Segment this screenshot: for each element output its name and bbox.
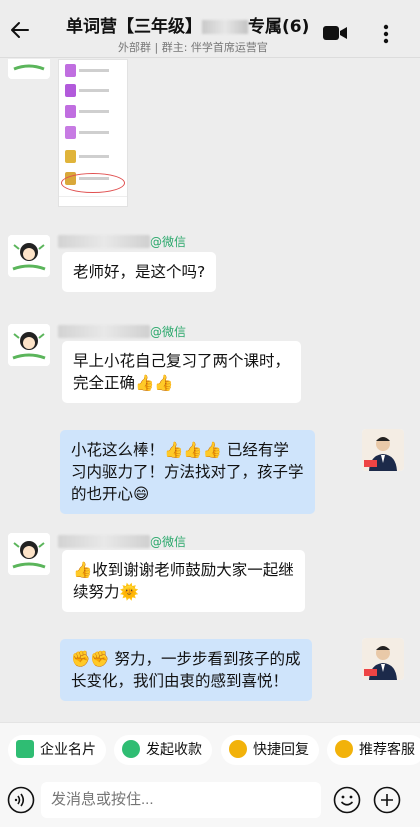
thumb-tabbar [59,196,127,206]
avatar-cartoon-icon [8,59,50,79]
message-bubble[interactable]: 老师好，是这个吗? [62,252,217,292]
chat-area[interactable]: @微信 老师好，是这个吗? @微信 早上小花自己复习了两个课时， 完全正确👍👍 … [0,59,420,721]
thumb-row [63,124,125,142]
yen-icon [122,740,140,758]
wechat-tag: @微信 [150,235,187,249]
sender-name: @微信 [58,531,187,549]
message-bubble-self[interactable]: ✊✊ 努力，一步步看到孩子的成 长变化，我们由衷的感到喜悦！ [60,639,312,701]
self-avatar[interactable] [362,429,404,471]
redacted-name [58,535,150,548]
quick-reply-icon [229,740,247,758]
avatar[interactable] [8,235,50,277]
plus-icon[interactable] [373,786,401,814]
business-card-icon [16,740,34,758]
chat-title-prefix: 单词营【三年级】 [66,17,202,37]
chip-label: 发起收款 [146,742,202,758]
recommend-service-button[interactable]: 推荐客服 [327,735,420,765]
quick-actions-bar: 企业名片 发起收款 快捷回复 推荐客服 [0,722,420,776]
quick-reply-button[interactable]: 快捷回复 [221,735,319,765]
thumb-row [63,62,125,80]
chat-header: 单词营【三年级】 专属(6) 外部群 | 群主: 伴学首席运营官 [0,0,420,58]
message-bubble-self[interactable]: 小花这么棒！👍👍👍 已经有学 习内驱力了！方法找对了，孩子学 的也开心😄 [60,430,315,514]
voice-input-icon[interactable] [7,786,35,814]
avatar[interactable] [8,59,50,79]
shared-screenshot[interactable] [58,59,128,207]
chat-title: 单词营【三年级】 专属(6) [66,12,328,37]
business-card-button[interactable]: 企业名片 [8,735,106,765]
thumb-row [63,82,125,100]
back-arrow-icon[interactable] [8,18,32,42]
message-bubble[interactable]: 👍收到谢谢老师鼓励大家一起继 续努力🌞 [62,550,305,612]
emoji-icon[interactable] [333,786,361,814]
chip-label: 企业名片 [40,742,96,758]
teacher-avatar-icon [362,429,404,471]
avatar-cartoon-icon [8,235,50,277]
chat-subtitle: 外部群 | 群主: 伴学首席运营官 [118,41,268,54]
chat-title-suffix: 专属(6) [248,17,310,37]
teacher-avatar-icon [362,638,404,680]
avatar-cartoon-icon [8,533,50,575]
wechat-tag: @微信 [150,535,187,549]
video-call-icon[interactable] [322,24,348,42]
redacted-name [58,235,150,248]
avatar-cartoon-icon [8,324,50,366]
avatar[interactable] [8,533,50,575]
thumb-row [63,103,125,121]
input-bar [0,776,420,827]
chip-label: 快捷回复 [253,742,309,758]
message-bubble[interactable]: 早上小花自己复习了两个课时， 完全正确👍👍 [62,341,302,403]
thumb-row [63,148,125,166]
service-icon [335,740,353,758]
sender-name: @微信 [58,231,187,249]
redacted-name [58,325,150,338]
avatar[interactable] [8,324,50,366]
self-avatar[interactable] [362,638,404,680]
redacted-name [202,20,248,34]
payment-button[interactable]: 发起收款 [114,735,212,765]
more-options-icon[interactable] [376,22,396,46]
highlight-circle [61,173,125,193]
chip-label: 推荐客服 [359,742,415,758]
message-input[interactable] [41,782,321,818]
sender-name: @微信 [58,321,187,339]
wechat-tag: @微信 [150,325,187,339]
